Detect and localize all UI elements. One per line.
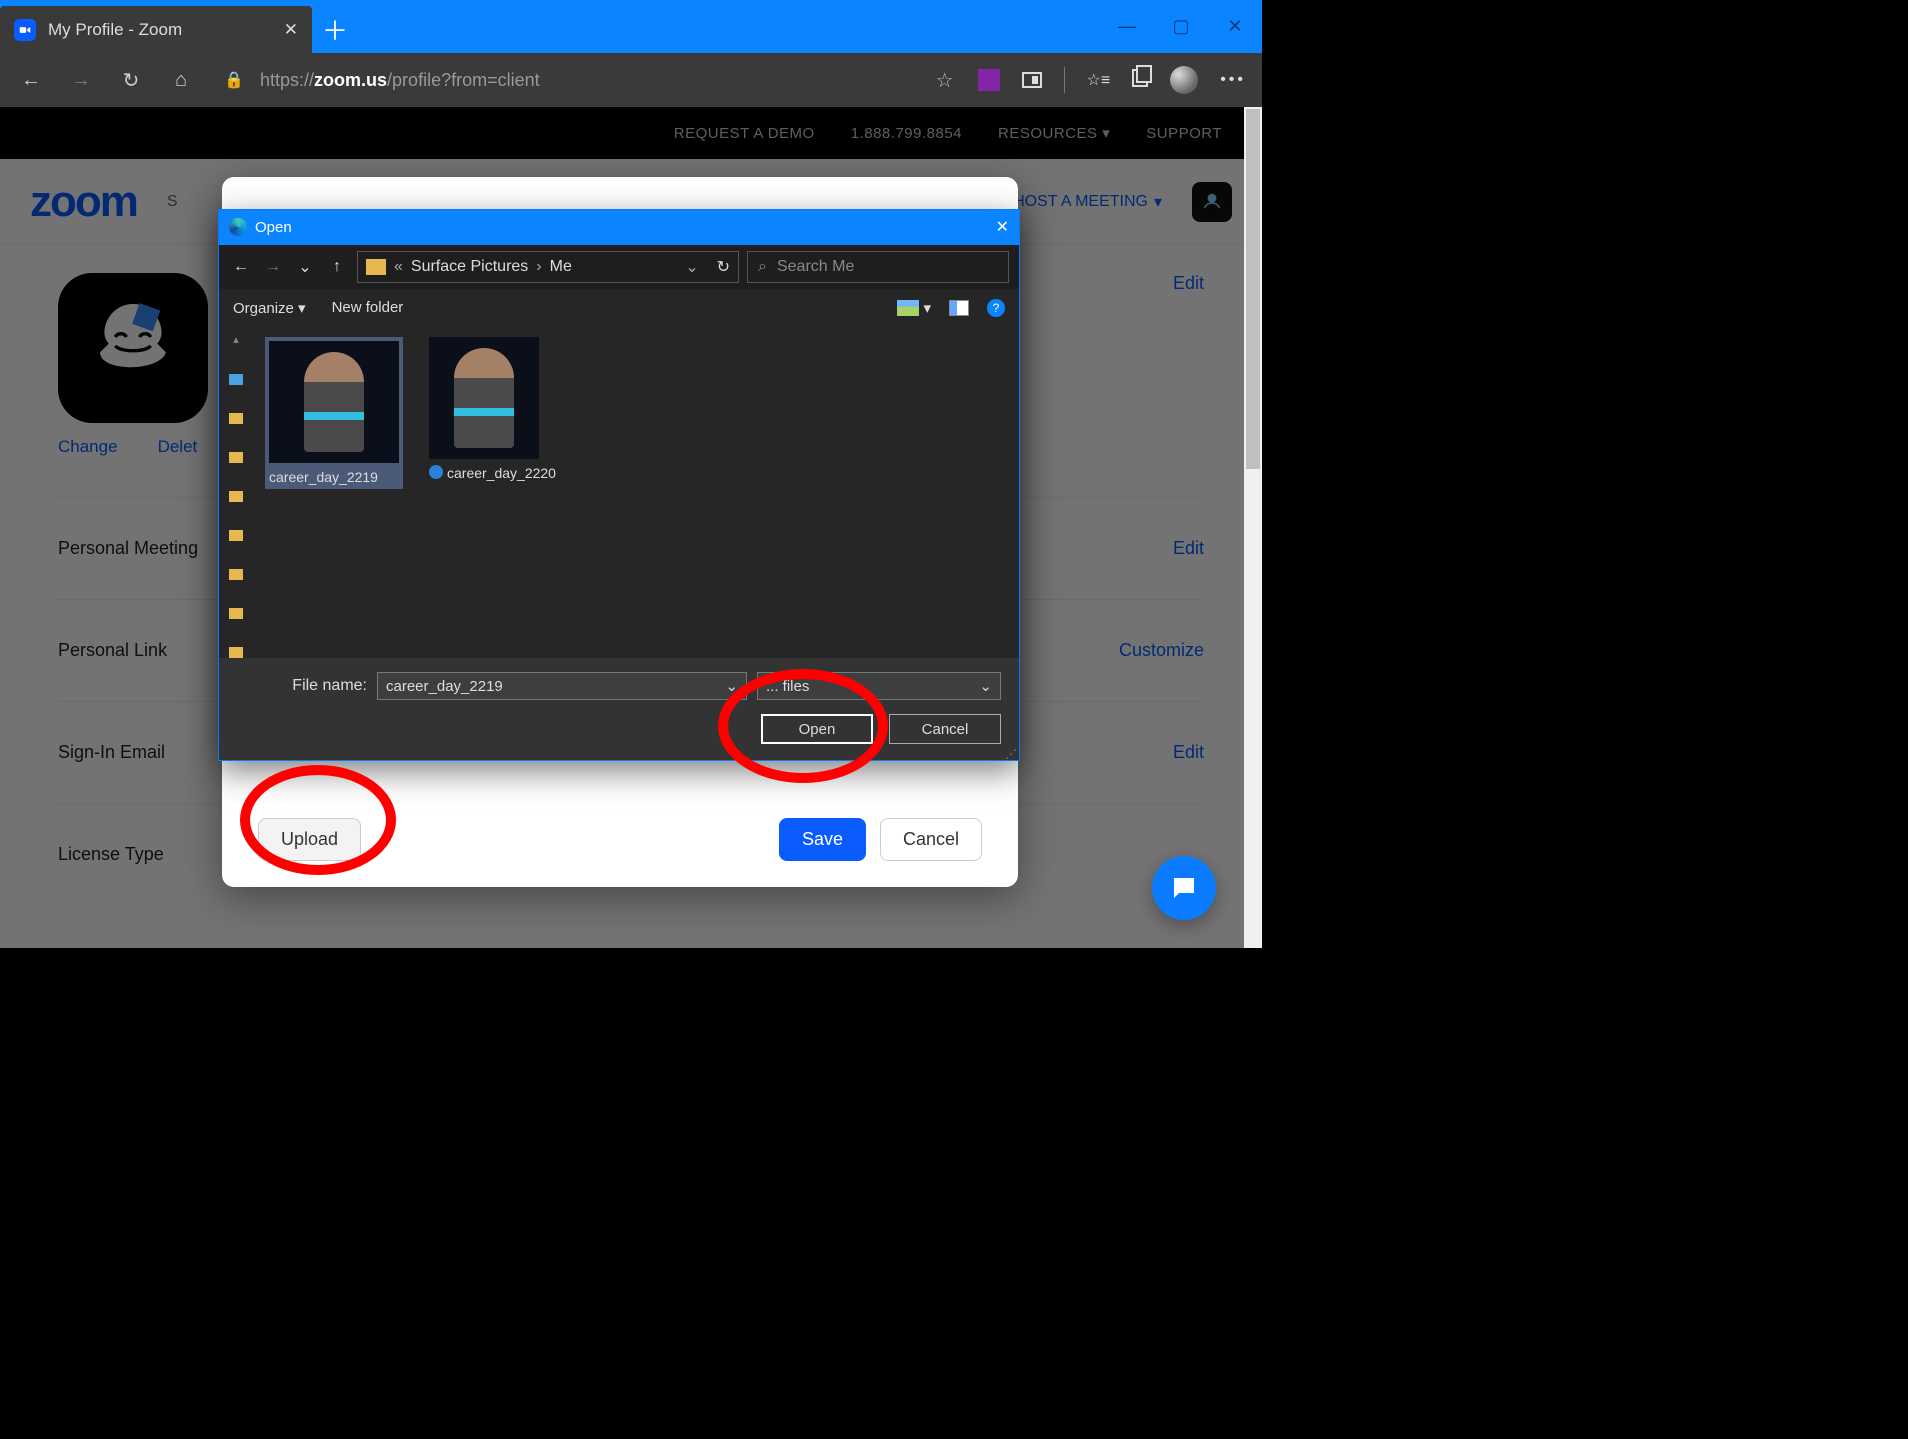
annotation-circle-upload — [240, 765, 396, 875]
dialog-close-icon[interactable]: ✕ — [996, 217, 1009, 237]
dialog-search-input[interactable]: ⌕ Search Me — [747, 251, 1009, 283]
file-name: career_day_2220 — [447, 465, 556, 481]
scrollbar-thumb[interactable] — [1246, 109, 1260, 469]
dialog-bottom-bar: File name: career_day_2219⌄ ... files⌄ O… — [219, 658, 1019, 760]
window-close-button[interactable]: ✕ — [1208, 0, 1262, 53]
file-thumbnail — [429, 337, 539, 459]
dialog-up-button[interactable]: ↑ — [325, 258, 349, 276]
more-menu-icon[interactable]: ••• — [1220, 71, 1246, 89]
cloud-sync-icon — [429, 465, 443, 479]
breadcrumb-root[interactable]: Surface Pictures — [411, 258, 528, 276]
url-scheme: https:// — [260, 70, 314, 90]
edge-icon — [229, 218, 247, 236]
view-mode-menu[interactable]: ▾ — [897, 299, 931, 317]
file-name: career_day_2219 — [269, 469, 378, 485]
tab-close-icon[interactable]: ✕ — [284, 20, 298, 40]
window-minimize-button[interactable]: — — [1100, 0, 1154, 53]
dialog-titlebar: Open ✕ — [219, 210, 1019, 245]
save-button[interactable]: Save — [779, 818, 866, 861]
image-icon — [897, 300, 919, 316]
dialog-back-button[interactable]: ← — [229, 258, 253, 276]
home-button[interactable]: ⌂ — [166, 69, 196, 92]
back-button[interactable]: ← — [16, 69, 46, 92]
preview-pane-icon[interactable] — [949, 300, 969, 316]
forward-button[interactable]: → — [66, 69, 96, 92]
favorite-icon[interactable]: ☆ — [936, 68, 954, 93]
search-placeholder: Search Me — [777, 258, 854, 276]
window-titlebar: My Profile - Zoom ✕ ＋ — ▢ ✕ — [0, 0, 1262, 53]
dialog-toolbar: Organize ▾ New folder ▾ ? — [219, 289, 1019, 327]
lock-icon: 🔒 — [220, 70, 248, 90]
zoom-favicon — [14, 19, 36, 41]
collections-icon[interactable] — [1132, 69, 1148, 92]
chat-fab[interactable] — [1152, 856, 1216, 920]
new-folder-button[interactable]: New folder — [332, 299, 404, 316]
breadcrumb-current[interactable]: Me — [550, 258, 572, 276]
url-host: zoom.us — [314, 70, 387, 90]
address-bar[interactable]: 🔒 https://zoom.us/profile?from=client ☆ — [216, 63, 958, 97]
window-maximize-button[interactable]: ▢ — [1154, 0, 1208, 53]
filename-label: File name: — [237, 677, 367, 695]
organize-menu[interactable]: Organize ▾ — [233, 299, 306, 317]
refresh-folder-icon[interactable]: ↻ — [717, 257, 730, 277]
favorites-icon[interactable]: ☆≡ — [1087, 70, 1111, 90]
reader-icon[interactable] — [1022, 72, 1042, 88]
file-area: ▴ career_day_2219 career_day_2220 — [219, 327, 1019, 658]
chevron-right-icon: › — [536, 258, 541, 276]
dialog-forward-button[interactable]: → — [261, 258, 285, 276]
browser-tab[interactable]: My Profile - Zoom ✕ — [0, 6, 312, 53]
file-thumbnail — [269, 341, 399, 463]
profile-avatar-icon[interactable] — [1170, 66, 1198, 94]
cancel-button[interactable]: Cancel — [880, 818, 982, 861]
tab-title: My Profile - Zoom — [48, 20, 182, 40]
new-tab-button[interactable]: ＋ — [312, 6, 358, 53]
search-icon: ⌕ — [758, 258, 767, 276]
dialog-cancel-button[interactable]: Cancel — [889, 714, 1001, 744]
annotation-circle-open — [718, 669, 888, 783]
file-item-selected[interactable]: career_day_2219 — [265, 337, 403, 489]
dialog-help-icon[interactable]: ? — [987, 299, 1005, 317]
breadcrumb-prefix: « — [394, 258, 403, 276]
dialog-recent-button[interactable]: ⌄ — [293, 257, 317, 277]
folder-icon — [366, 259, 386, 275]
file-open-dialog: Open ✕ ← → ⌄ ↑ « Surface Pictures › Me ⌄… — [218, 209, 1020, 761]
dialog-nav-row: ← → ⌄ ↑ « Surface Pictures › Me ⌄ ↻ ⌕ Se… — [219, 245, 1019, 289]
onenote-extension-icon[interactable] — [978, 69, 1000, 91]
file-grid: career_day_2219 career_day_2220 — [253, 327, 1019, 658]
window-controls: — ▢ ✕ — [1100, 0, 1262, 53]
toolbar-separator — [1064, 67, 1065, 93]
chevron-down-icon[interactable]: ⌄ — [685, 257, 698, 277]
breadcrumb[interactable]: « Surface Pictures › Me ⌄ ↻ — [357, 251, 739, 283]
folder-tree[interactable]: ▴ — [219, 327, 253, 658]
dialog-title: Open — [255, 219, 292, 236]
resize-grip-icon[interactable]: ⋰ — [1005, 750, 1017, 758]
filename-input[interactable]: career_day_2219⌄ — [377, 672, 747, 700]
browser-toolbar: ← → ↻ ⌂ 🔒 https://zoom.us/profile?from=c… — [0, 53, 1262, 107]
chevron-down-icon[interactable]: ⌄ — [979, 677, 992, 695]
file-item[interactable]: career_day_2220 — [429, 337, 539, 481]
page-scrollbar[interactable]: ▴ — [1244, 107, 1262, 948]
url-path: /profile?from=client — [387, 70, 540, 90]
refresh-button[interactable]: ↻ — [116, 68, 146, 93]
page-content: REQUEST A DEMO 1.888.799.8854 RESOURCES … — [0, 107, 1262, 948]
